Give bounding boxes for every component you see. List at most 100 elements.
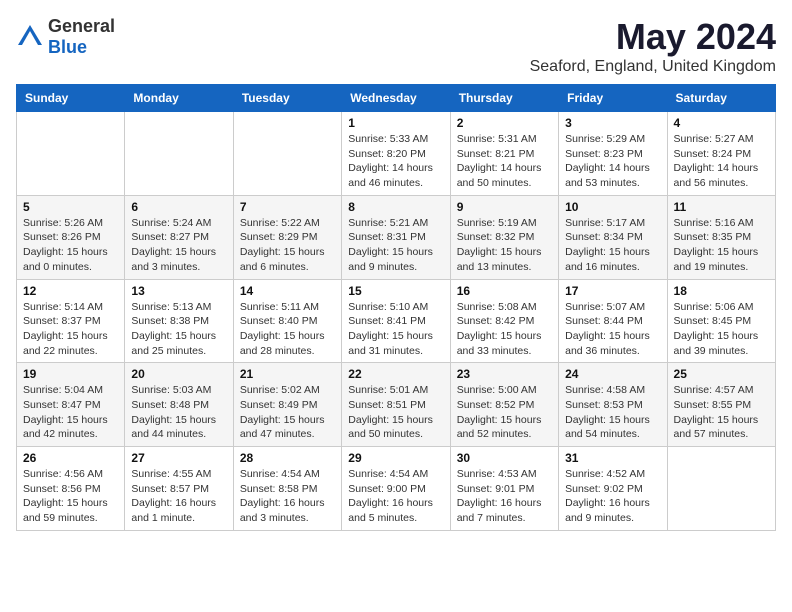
day-info: Sunrise: 5:22 AMSunset: 8:29 PMDaylight:…: [240, 216, 335, 275]
day-info: Sunrise: 5:17 AMSunset: 8:34 PMDaylight:…: [565, 216, 660, 275]
weekday-header-monday: Monday: [125, 85, 233, 112]
day-info: Sunrise: 4:56 AMSunset: 8:56 PMDaylight:…: [23, 467, 118, 526]
calendar-cell: 13 Sunrise: 5:13 AMSunset: 8:38 PMDayligh…: [125, 279, 233, 363]
day-number: 28: [240, 451, 335, 465]
calendar-cell: 2 Sunrise: 5:31 AMSunset: 8:21 PMDaylight…: [450, 112, 558, 196]
calendar-cell: 5 Sunrise: 5:26 AMSunset: 8:26 PMDaylight…: [17, 195, 125, 279]
day-info: Sunrise: 5:11 AMSunset: 8:40 PMDaylight:…: [240, 300, 335, 359]
weekday-header-thursday: Thursday: [450, 85, 558, 112]
calendar-cell: 3 Sunrise: 5:29 AMSunset: 8:23 PMDaylight…: [559, 112, 667, 196]
day-number: 21: [240, 367, 335, 381]
day-number: 26: [23, 451, 118, 465]
calendar-header-row: SundayMondayTuesdayWednesdayThursdayFrid…: [17, 85, 776, 112]
day-info: Sunrise: 5:14 AMSunset: 8:37 PMDaylight:…: [23, 300, 118, 359]
day-info: Sunrise: 4:54 AMSunset: 8:58 PMDaylight:…: [240, 467, 335, 526]
calendar-title: May 2024: [530, 16, 776, 58]
day-number: 18: [674, 284, 769, 298]
calendar-cell: 25 Sunrise: 4:57 AMSunset: 8:55 PMDayligh…: [667, 363, 775, 447]
day-info: Sunrise: 5:13 AMSunset: 8:38 PMDaylight:…: [131, 300, 226, 359]
day-number: 30: [457, 451, 552, 465]
day-info: Sunrise: 5:33 AMSunset: 8:20 PMDaylight:…: [348, 132, 443, 191]
day-info: Sunrise: 5:07 AMSunset: 8:44 PMDaylight:…: [565, 300, 660, 359]
calendar-cell: 27 Sunrise: 4:55 AMSunset: 8:57 PMDayligh…: [125, 447, 233, 531]
day-number: 3: [565, 116, 660, 130]
calendar-cell: 16 Sunrise: 5:08 AMSunset: 8:42 PMDayligh…: [450, 279, 558, 363]
calendar-cell: 14 Sunrise: 5:11 AMSunset: 8:40 PMDayligh…: [233, 279, 341, 363]
day-number: 25: [674, 367, 769, 381]
calendar-location: Seaford, England, United Kingdom: [530, 58, 776, 76]
title-block: May 2024 Seaford, England, United Kingdo…: [530, 16, 776, 76]
day-info: Sunrise: 5:02 AMSunset: 8:49 PMDaylight:…: [240, 383, 335, 442]
weekday-header-tuesday: Tuesday: [233, 85, 341, 112]
calendar-cell: 12Sunrise: 5:14 AMSunset: 8:37 PMDayligh…: [17, 279, 125, 363]
day-number: 23: [457, 367, 552, 381]
calendar-cell: 21 Sunrise: 5:02 AMSunset: 8:49 PMDayligh…: [233, 363, 341, 447]
day-number: 20: [131, 367, 226, 381]
calendar-cell: 7Sunrise: 5:22 AMSunset: 8:29 PMDaylight…: [233, 195, 341, 279]
day-number: 8: [348, 200, 443, 214]
calendar-week-row: 19Sunrise: 5:04 AMSunset: 8:47 PMDayligh…: [17, 363, 776, 447]
logo-icon: [16, 23, 44, 51]
day-info: Sunrise: 4:57 AMSunset: 8:55 PMDaylight:…: [674, 383, 769, 442]
day-number: 13: [131, 284, 226, 298]
day-info: Sunrise: 5:06 AMSunset: 8:45 PMDaylight:…: [674, 300, 769, 359]
calendar-week-row: 1Sunrise: 5:33 AMSunset: 8:20 PMDaylight…: [17, 112, 776, 196]
day-info: Sunrise: 4:53 AMSunset: 9:01 PMDaylight:…: [457, 467, 552, 526]
calendar-cell: 26 Sunrise: 4:56 AMSunset: 8:56 PMDayligh…: [17, 447, 125, 531]
calendar-cell: 4 Sunrise: 5:27 AMSunset: 8:24 PMDaylight…: [667, 112, 775, 196]
day-number: 24: [565, 367, 660, 381]
day-info: Sunrise: 5:29 AMSunset: 8:23 PMDaylight:…: [565, 132, 660, 191]
logo: General Blue: [16, 16, 115, 58]
calendar-cell: 1Sunrise: 5:33 AMSunset: 8:20 PMDaylight…: [342, 112, 450, 196]
day-number: 5: [23, 200, 118, 214]
day-number: 17: [565, 284, 660, 298]
day-number: 9: [457, 200, 552, 214]
calendar-week-row: 5 Sunrise: 5:26 AMSunset: 8:26 PMDaylight…: [17, 195, 776, 279]
day-number: 22: [348, 367, 443, 381]
day-number: 10: [565, 200, 660, 214]
calendar-cell: 24 Sunrise: 4:58 AMSunset: 8:53 PMDayligh…: [559, 363, 667, 447]
day-info: Sunrise: 4:52 AMSunset: 9:02 PMDaylight:…: [565, 467, 660, 526]
calendar-cell: 10 Sunrise: 5:17 AMSunset: 8:34 PMDayligh…: [559, 195, 667, 279]
calendar-cell: 6Sunrise: 5:24 AMSunset: 8:27 PMDaylight…: [125, 195, 233, 279]
page-header: General Blue May 2024 Seaford, England, …: [16, 16, 776, 76]
day-info: Sunrise: 5:03 AMSunset: 8:48 PMDaylight:…: [131, 383, 226, 442]
calendar-cell: 19Sunrise: 5:04 AMSunset: 8:47 PMDayligh…: [17, 363, 125, 447]
calendar-cell: 30 Sunrise: 4:53 AMSunset: 9:01 PMDayligh…: [450, 447, 558, 531]
day-info: Sunrise: 5:08 AMSunset: 8:42 PMDaylight:…: [457, 300, 552, 359]
calendar-cell: [233, 112, 341, 196]
calendar-cell: 11 Sunrise: 5:16 AMSunset: 8:35 PMDayligh…: [667, 195, 775, 279]
day-info: Sunrise: 5:00 AMSunset: 8:52 PMDaylight:…: [457, 383, 552, 442]
day-number: 15: [348, 284, 443, 298]
calendar-cell: 29 Sunrise: 4:54 AMSunset: 9:00 PMDayligh…: [342, 447, 450, 531]
day-info: Sunrise: 5:24 AMSunset: 8:27 PMDaylight:…: [131, 216, 226, 275]
weekday-header-friday: Friday: [559, 85, 667, 112]
calendar-cell: [125, 112, 233, 196]
day-info: Sunrise: 5:10 AMSunset: 8:41 PMDaylight:…: [348, 300, 443, 359]
day-number: 4: [674, 116, 769, 130]
calendar-week-row: 26 Sunrise: 4:56 AMSunset: 8:56 PMDayligh…: [17, 447, 776, 531]
day-info: Sunrise: 5:26 AMSunset: 8:26 PMDaylight:…: [23, 216, 118, 275]
day-info: Sunrise: 5:16 AMSunset: 8:35 PMDaylight:…: [674, 216, 769, 275]
day-info: Sunrise: 5:04 AMSunset: 8:47 PMDaylight:…: [23, 383, 118, 442]
day-number: 29: [348, 451, 443, 465]
day-info: Sunrise: 4:54 AMSunset: 9:00 PMDaylight:…: [348, 467, 443, 526]
day-info: Sunrise: 5:31 AMSunset: 8:21 PMDaylight:…: [457, 132, 552, 191]
day-number: 16: [457, 284, 552, 298]
calendar-week-row: 12Sunrise: 5:14 AMSunset: 8:37 PMDayligh…: [17, 279, 776, 363]
day-info: Sunrise: 5:19 AMSunset: 8:32 PMDaylight:…: [457, 216, 552, 275]
calendar-cell: 20 Sunrise: 5:03 AMSunset: 8:48 PMDayligh…: [125, 363, 233, 447]
day-number: 14: [240, 284, 335, 298]
day-number: 2: [457, 116, 552, 130]
calendar-cell: 23 Sunrise: 5:00 AMSunset: 8:52 PMDayligh…: [450, 363, 558, 447]
day-number: 27: [131, 451, 226, 465]
day-info: Sunrise: 5:21 AMSunset: 8:31 PMDaylight:…: [348, 216, 443, 275]
day-number: 11: [674, 200, 769, 214]
calendar-cell: [667, 447, 775, 531]
day-info: Sunrise: 4:58 AMSunset: 8:53 PMDaylight:…: [565, 383, 660, 442]
weekday-header-wednesday: Wednesday: [342, 85, 450, 112]
day-info: Sunrise: 4:55 AMSunset: 8:57 PMDaylight:…: [131, 467, 226, 526]
day-info: Sunrise: 5:27 AMSunset: 8:24 PMDaylight:…: [674, 132, 769, 191]
calendar-cell: [17, 112, 125, 196]
calendar-cell: 28 Sunrise: 4:54 AMSunset: 8:58 PMDayligh…: [233, 447, 341, 531]
